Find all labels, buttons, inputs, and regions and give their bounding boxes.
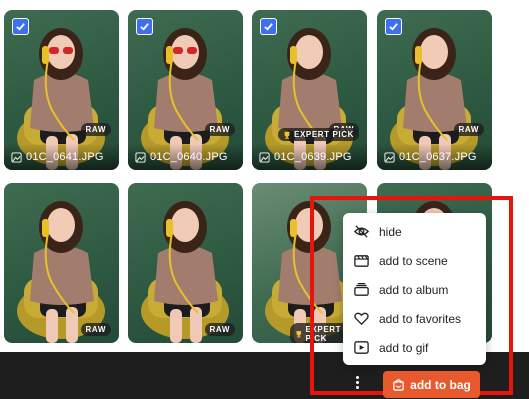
image-file-icon [11, 151, 22, 163]
photo-filename: 01C_0637.JPG [399, 151, 477, 163]
selection-checkbox[interactable] [136, 18, 153, 35]
photo-tile[interactable]: RAW 01C_0640.JPG [128, 10, 243, 170]
selection-checkbox[interactable] [385, 18, 402, 35]
photo-filename: 01C_0641.JPG [26, 151, 104, 163]
menu-item-add-to-favorites[interactable]: add to favorites [343, 304, 486, 333]
raw-badge: RAW [204, 123, 235, 136]
dot-icon [355, 380, 359, 384]
selection-checkbox[interactable] [260, 18, 277, 35]
selection-checkbox[interactable] [12, 18, 29, 35]
context-menu: hide add to scene add to album add to fa… [343, 213, 486, 365]
photo-filename: 01C_0639.JPG [274, 151, 352, 163]
photo-caption: 01C_0641.JPG [4, 144, 119, 170]
dot-icon [355, 385, 359, 389]
image-file-icon [259, 151, 270, 163]
photo-tile[interactable]: RAW 01C_0641.JPG [4, 10, 119, 170]
menu-item-hide[interactable]: hide [343, 217, 486, 246]
photo-tile[interactable]: RAW [128, 183, 243, 343]
expert-pick-badge: EXPERT PICK [278, 128, 359, 141]
menu-item-label: add to favorites [379, 311, 462, 326]
photo-tile[interactable]: RAW EXPERT PICK 01C_0639.JPG [252, 10, 367, 170]
image-file-icon [384, 151, 395, 163]
add-to-bag-button[interactable]: add to bag [383, 371, 480, 398]
menu-item-add-to-album[interactable]: add to album [343, 275, 486, 304]
menu-item-add-to-scene[interactable]: add to scene [343, 246, 486, 275]
check-icon [389, 23, 398, 31]
check-icon [264, 23, 273, 31]
menu-item-label: add to scene [379, 253, 448, 268]
add-to-bag-label: add to bag [410, 377, 471, 392]
photo-caption: 01C_0640.JPG [128, 144, 243, 170]
raw-badge: RAW [80, 323, 111, 336]
album-stack-icon [354, 282, 369, 296]
eye-off-icon [353, 225, 370, 238]
image-file-icon [135, 151, 146, 163]
menu-item-label: add to gif [379, 340, 429, 355]
clapperboard-icon [354, 255, 369, 267]
photo-caption: 01C_0639.JPG [252, 144, 367, 170]
photo-filename: 01C_0640.JPG [150, 151, 228, 163]
photo-tile[interactable]: RAW 01C_0637.JPG [377, 10, 492, 170]
check-icon [16, 23, 25, 31]
menu-item-label: add to album [379, 282, 449, 297]
photo-caption: 01C_0637.JPG [377, 144, 492, 170]
raw-badge: RAW [204, 323, 235, 336]
dot-icon [355, 375, 359, 379]
heart-icon [354, 312, 369, 326]
raw-badge: RAW [453, 123, 484, 136]
trophy-icon [296, 330, 302, 338]
menu-item-add-to-gif[interactable]: add to gif [343, 333, 486, 362]
expert-pick-label: EXPERT PICK [294, 130, 354, 139]
check-icon [140, 23, 149, 31]
photo-tile[interactable]: RAW [4, 183, 119, 343]
trophy-icon [284, 131, 290, 139]
raw-badge: RAW [80, 123, 111, 136]
gif-play-icon [354, 341, 369, 354]
shopping-bag-icon [393, 379, 404, 391]
photo-image [140, 200, 230, 343]
photo-image [16, 200, 106, 343]
menu-item-label: hide [379, 224, 402, 239]
more-options-button[interactable] [352, 371, 362, 393]
